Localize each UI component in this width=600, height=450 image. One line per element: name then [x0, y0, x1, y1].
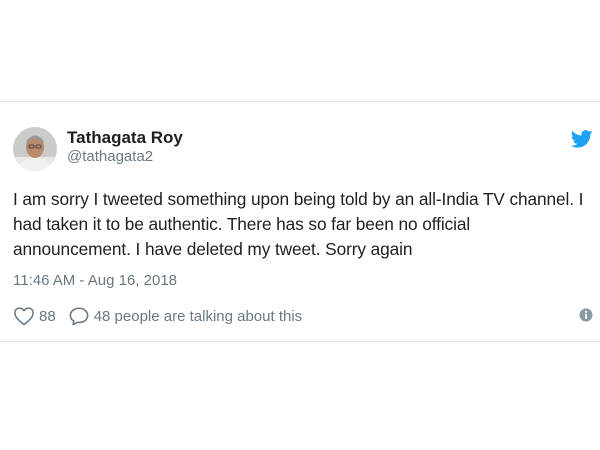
author-handle[interactable]: @tathagata2: [67, 148, 153, 166]
conversation-count: 48 people are talking about this: [93, 307, 303, 325]
like-count: 88: [39, 307, 56, 325]
tweet-card[interactable]: Tathagata Roy @tathagata2 I am sorry I t…: [0, 101, 600, 342]
reply-button[interactable]: 48 people are talking about this: [68, 306, 302, 326]
tweet-text: I am sorry I tweeted something upon bein…: [13, 189, 584, 259]
twitter-bird-icon[interactable]: [570, 130, 593, 148]
like-button[interactable]: 88: [13, 306, 68, 326]
tweet-timestamp[interactable]: 11:46 AM - Aug 16, 2018: [13, 272, 177, 290]
tweet-actions: 88 48 people are talking about this: [13, 305, 302, 327]
heart-icon: [13, 306, 35, 326]
avatar-photo: [13, 127, 57, 171]
page: Tathagata Roy @tathagata2 I am sorry I t…: [0, 0, 600, 450]
info-icon[interactable]: [579, 308, 593, 322]
author-display-name[interactable]: Tathagata Roy: [67, 128, 183, 148]
avatar[interactable]: [13, 127, 57, 171]
speech-bubble-icon: [68, 306, 90, 326]
